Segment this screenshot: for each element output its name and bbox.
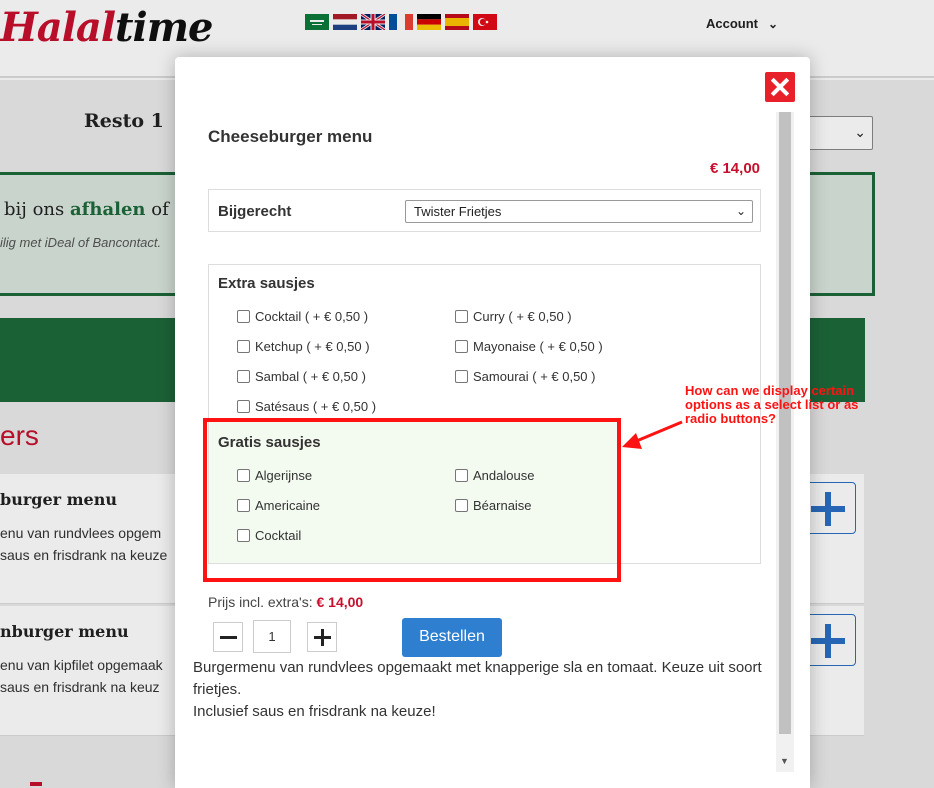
sauce-option[interactable]: Satésaus ( + € 0,50 ) xyxy=(237,399,376,414)
product-title: Cheeseburger menu xyxy=(208,127,373,146)
description-line: Inclusief saus en frisdrank na keuze! xyxy=(193,703,436,720)
sauce-option[interactable]: Sambal ( + € 0,50 ) xyxy=(237,369,366,384)
product-price: € 14,00 xyxy=(709,160,760,177)
order-button[interactable]: Bestellen xyxy=(402,618,502,657)
extra-sauces-title: Extra sausjes xyxy=(218,275,315,292)
checkbox[interactable] xyxy=(455,370,468,383)
checkbox[interactable] xyxy=(237,370,250,383)
sauce-option-label: Mayonaise ( + € 0,50 ) xyxy=(473,339,603,354)
side-dish-select[interactable]: Twister Frietjes ⌄ xyxy=(405,200,753,223)
sauce-option[interactable]: Samourai ( + € 0,50 ) xyxy=(455,369,595,384)
side-dish-label: Bijgerecht xyxy=(218,203,292,220)
chevron-down-icon: ⌄ xyxy=(735,204,746,218)
total-price: Prijs incl. extra's: € 14,00 xyxy=(208,594,363,610)
annotation-question: How can we display certain options as a … xyxy=(685,383,859,426)
quantity-increase-button[interactable] xyxy=(307,622,337,652)
modal-scrollbar[interactable]: ▼ xyxy=(776,112,794,772)
annotation-highlight-box xyxy=(203,418,621,582)
close-button[interactable] xyxy=(765,72,795,102)
quantity-input[interactable]: 1 xyxy=(253,620,291,653)
sauce-option-label: Curry ( + € 0,50 ) xyxy=(473,309,572,324)
total-price-value: € 14,00 xyxy=(316,594,364,610)
checkbox[interactable] xyxy=(455,310,468,323)
checkbox[interactable] xyxy=(237,310,250,323)
description-line: Burgermenu van rundvlees opgemaakt met k… xyxy=(193,659,762,698)
sauce-option[interactable]: Curry ( + € 0,50 ) xyxy=(455,309,572,324)
sauce-option-label: Ketchup ( + € 0,50 ) xyxy=(255,339,370,354)
scroll-down-arrow-icon[interactable]: ▼ xyxy=(780,756,789,766)
side-dish-selected: Twister Frietjes xyxy=(414,204,502,219)
sauce-option[interactable]: Mayonaise ( + € 0,50 ) xyxy=(455,339,603,354)
sauce-option-label: Satésaus ( + € 0,50 ) xyxy=(255,399,377,414)
annotation-arrow-icon xyxy=(622,420,683,449)
product-description: Burgermenu van rundvlees opgemaakt met k… xyxy=(193,657,778,723)
sauce-option[interactable]: Ketchup ( + € 0,50 ) xyxy=(237,339,370,354)
sauce-option-label: Cocktail ( + € 0,50 ) xyxy=(255,309,369,324)
sauce-option[interactable]: Cocktail ( + € 0,50 ) xyxy=(237,309,368,324)
total-price-label: Prijs incl. extra's: xyxy=(208,594,313,610)
checkbox[interactable] xyxy=(237,400,250,413)
plus-icon-stem xyxy=(321,629,324,646)
quantity-decrease-button[interactable] xyxy=(213,622,243,652)
minus-icon xyxy=(220,636,237,639)
checkbox[interactable] xyxy=(237,340,250,353)
sauce-option-label: Samourai ( + € 0,50 ) xyxy=(473,369,596,384)
sauce-option-label: Sambal ( + € 0,50 ) xyxy=(255,369,366,384)
checkbox[interactable] xyxy=(455,340,468,353)
side-dish-section: Bijgerecht Twister Frietjes ⌄ xyxy=(208,189,761,232)
